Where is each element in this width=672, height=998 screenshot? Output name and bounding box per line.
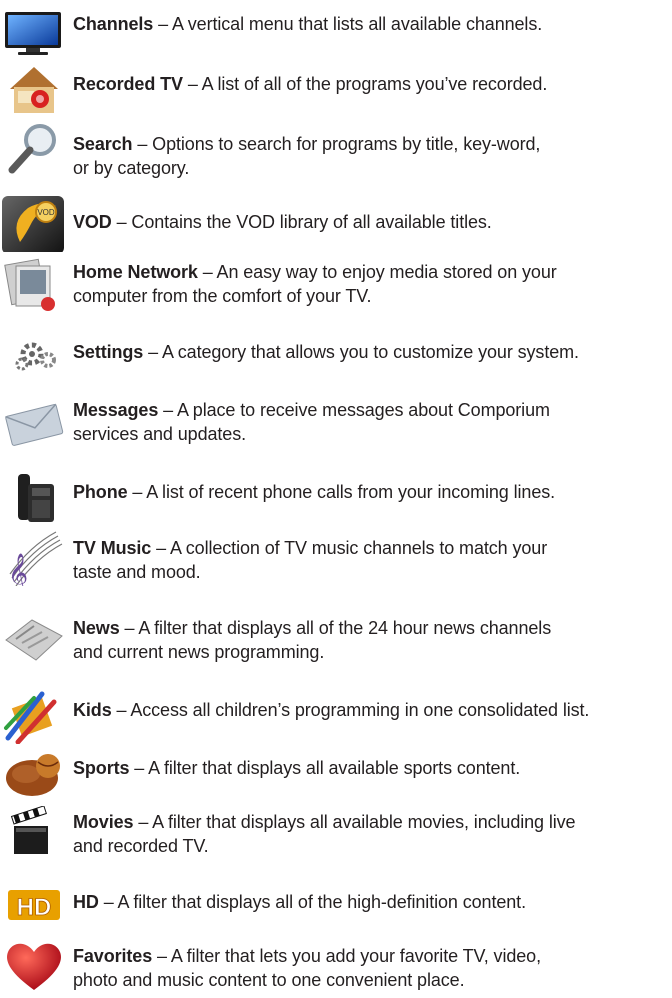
entry-messages: Messages – A place to receive messages a…	[0, 396, 672, 474]
svg-text:HD: HD	[17, 894, 52, 921]
crayons-icon	[4, 691, 57, 744]
entry-favorites: Favorites – A filter that lets you add y…	[0, 932, 672, 998]
phone-icon	[18, 474, 54, 522]
svg-text:𝄞: 𝄞	[8, 553, 28, 586]
description: – A filter that displays all of the high…	[98, 892, 526, 912]
term-label: Home Network	[73, 262, 198, 282]
entry-search: Search – Options to search for programs …	[0, 120, 672, 198]
term-label: Channels	[73, 14, 154, 34]
description-continued: photo and music content to one convenien…	[73, 970, 465, 990]
description-continued: taste and mood.	[73, 562, 201, 582]
envelope-icon	[5, 403, 64, 446]
entry-movies: Movies – A filter that displays all avai…	[0, 806, 672, 882]
newspaper-icon	[5, 619, 63, 661]
term-label: Recorded TV	[73, 74, 183, 94]
description: – A vertical menu that lists all availab…	[153, 14, 543, 34]
clapperboard-icon	[10, 806, 48, 854]
description: – A list of all of the programs you’ve r…	[182, 74, 548, 94]
term-label: Messages	[73, 400, 159, 420]
heart-icon	[7, 943, 61, 990]
gears-icon	[15, 342, 56, 371]
description: – A list of recent phone calls from your…	[127, 482, 556, 502]
entry-phone: Phone – A list of recent phone calls fro…	[0, 474, 672, 534]
photo-stack-icon	[4, 258, 55, 311]
term-label: Favorites	[73, 946, 153, 966]
entry-news: News – A filter that displays all of the…	[0, 612, 672, 690]
entry-sports: Sports – A filter that displays all avai…	[0, 748, 672, 806]
vod-icon: VOD	[2, 196, 64, 252]
term-label: Sports	[73, 758, 130, 778]
term-label: HD	[73, 892, 99, 912]
description-continued: computer from the comfort of your TV.	[73, 286, 372, 306]
term-label: Kids	[73, 700, 112, 720]
entry-channels: Channels – A vertical menu that lists al…	[0, 0, 672, 60]
entry-hd: HD HD – A filter that displays all of th…	[0, 882, 672, 932]
sports-balls-icon	[6, 754, 60, 796]
description: – A place to receive messages about Comp…	[158, 400, 550, 420]
magnifier-icon	[8, 124, 56, 174]
music-staff-icon: 𝄞	[8, 531, 63, 586]
entry-tv-music: 𝄞 TV Music – A collection of TV music ch…	[0, 531, 672, 612]
entry-home-network: Home Network – An easy way to enjoy medi…	[0, 258, 672, 336]
term-label: Movies	[73, 812, 134, 832]
entry-recorded-tv: Recorded TV – A list of all of the progr…	[0, 60, 672, 120]
description-continued: and recorded TV.	[73, 836, 209, 856]
description: – Contains the VOD library of all availa…	[111, 212, 492, 232]
description: – A filter that displays all of the 24 h…	[119, 618, 552, 638]
description: – A filter that lets you add your favori…	[152, 946, 541, 966]
entry-vod: VOD VOD – Contains the VOD library of al…	[0, 196, 672, 258]
term-label: Phone	[73, 482, 128, 502]
house-record-icon	[10, 67, 58, 113]
description-continued: and current news programming.	[73, 642, 325, 662]
term-label: Search	[73, 134, 133, 154]
entry-kids: Kids – Access all children’s programming…	[0, 690, 672, 748]
description: – A collection of TV music channels to m…	[151, 538, 548, 558]
term-label: VOD	[73, 212, 112, 232]
description: – A category that allows you to customiz…	[143, 342, 579, 362]
term-label: News	[73, 618, 120, 638]
tv-screen-icon	[5, 12, 61, 55]
svg-text:VOD: VOD	[37, 208, 55, 217]
term-label: TV Music	[73, 538, 152, 558]
hd-icon: HD	[8, 890, 60, 921]
term-label: Settings	[73, 342, 144, 362]
description: – A filter that displays all available m…	[133, 812, 576, 832]
description: – Options to search for programs by titl…	[132, 134, 541, 154]
description: – A filter that displays all available s…	[129, 758, 521, 778]
description-continued: or by category.	[73, 158, 190, 178]
description: – Access all children’s programming in o…	[111, 700, 590, 720]
description: – An easy way to enjoy media stored on y…	[197, 262, 557, 282]
description-continued: services and updates.	[73, 424, 247, 444]
entry-settings: Settings – A category that allows you to…	[0, 336, 672, 396]
